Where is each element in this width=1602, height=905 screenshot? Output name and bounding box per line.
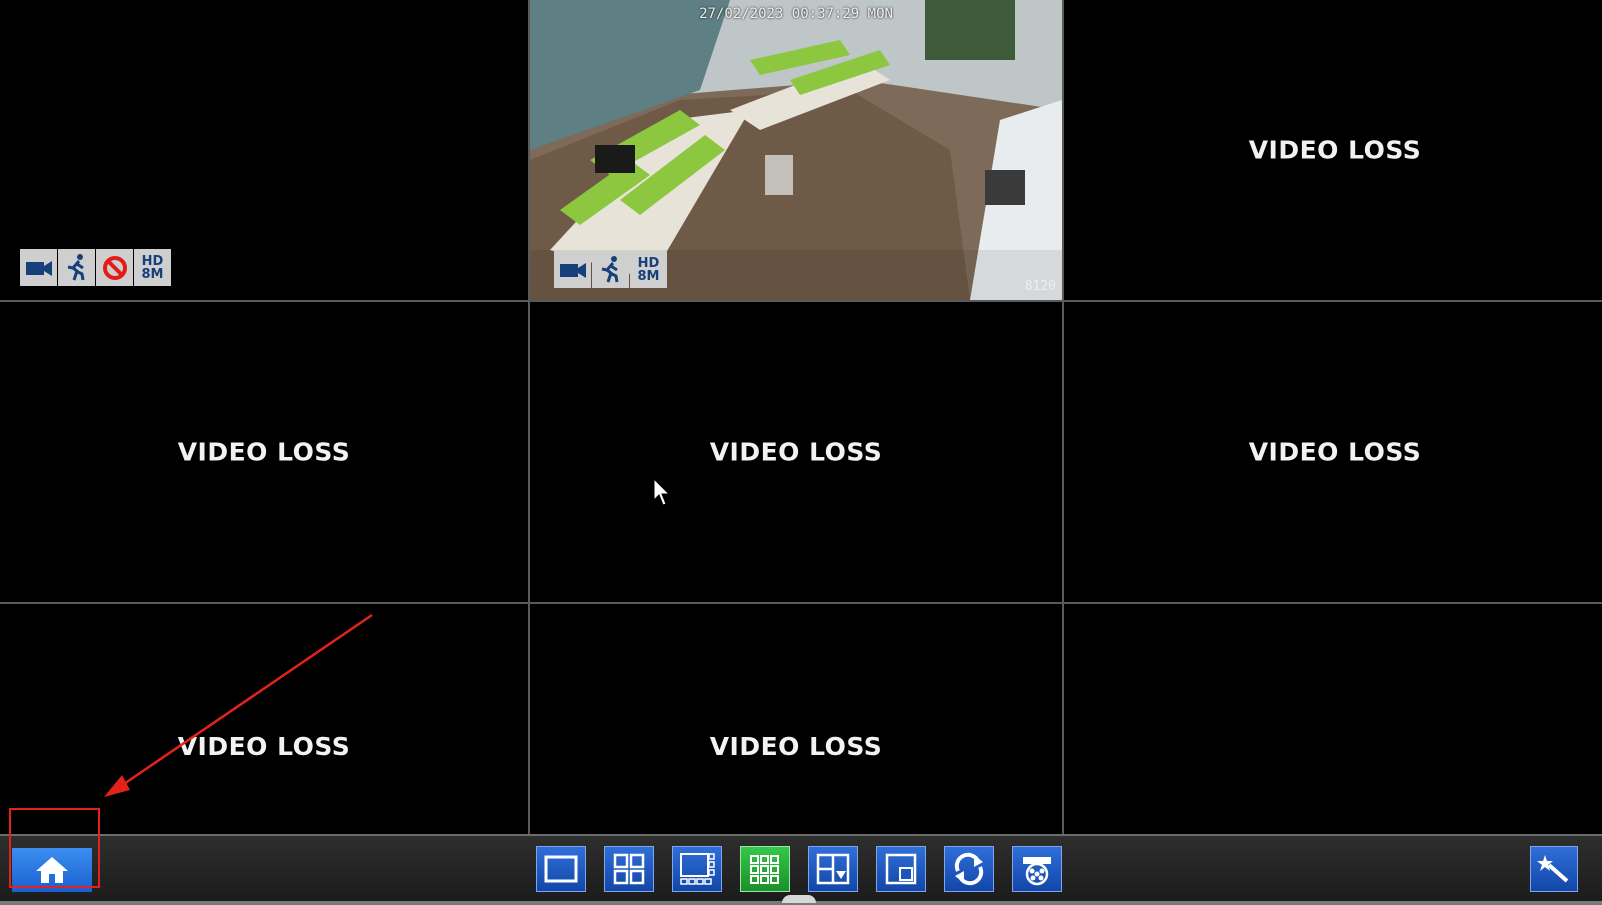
multi-view-button[interactable]: [672, 846, 722, 892]
camera-tile-8[interactable]: VIDEO LOSS: [530, 604, 1062, 838]
camera-tile-5[interactable]: VIDEO LOSS: [530, 302, 1062, 602]
osd-channel-label: 8120: [1024, 279, 1056, 294]
status-icons: HD 8M: [20, 249, 171, 286]
video-loss-label: VIDEO LOSS: [177, 732, 351, 761]
playback-icon: [1023, 857, 1051, 886]
camera-grid: HD 8M 27/02/2023 00:37:29 MON 8120 HD 8M…: [0, 0, 1602, 838]
pip-icon: [885, 853, 917, 885]
video-loss-label: VIDEO LOSS: [1248, 135, 1422, 165]
sequence-button[interactable]: [944, 846, 994, 892]
video-loss-label: VIDEO LOSS: [709, 437, 883, 467]
highlight-box: [9, 808, 100, 888]
no-record-icon: [96, 249, 133, 286]
video-loss-label: VIDEO LOSS: [177, 437, 351, 467]
hd-8m-badge: HD 8M: [134, 249, 171, 286]
wizard-button[interactable]: [1530, 846, 1578, 892]
status-icons: HD 8M: [554, 251, 667, 288]
toolbar-expand-tab[interactable]: [782, 895, 816, 903]
camera-tile-4[interactable]: VIDEO LOSS: [0, 302, 528, 602]
layout-select-icon: [816, 853, 850, 885]
nine-view-button[interactable]: [740, 846, 790, 892]
single-view-icon: [544, 855, 578, 883]
camera-tile-2[interactable]: 27/02/2023 00:37:29 MON 8120 HD 8M: [530, 0, 1062, 300]
multi-view-icon: [680, 853, 715, 885]
motion-icon: [58, 249, 95, 286]
camera-tile-7[interactable]: VIDEO LOSS: [0, 604, 528, 838]
single-view-button[interactable]: [536, 846, 586, 892]
layout-select-button[interactable]: [808, 846, 858, 892]
video-loss-label: VIDEO LOSS: [709, 732, 883, 761]
bottom-toolbar: [0, 834, 1602, 905]
wizard-icon: [1537, 855, 1569, 883]
playback-button[interactable]: [1012, 846, 1062, 892]
motion-icon: [592, 251, 629, 288]
camera-tile-1[interactable]: HD 8M: [0, 0, 528, 300]
camera-tile-9[interactable]: [1064, 604, 1602, 838]
osd-timestamp: 27/02/2023 00:37:29 MON: [699, 6, 893, 22]
pip-button[interactable]: [876, 846, 926, 892]
video-camera-icon: [554, 251, 591, 288]
nine-view-icon: [750, 855, 779, 884]
quad-view-icon: [613, 853, 645, 885]
video-loss-label: VIDEO LOSS: [1248, 437, 1422, 467]
sequence-icon: [954, 852, 984, 886]
camera-tile-3[interactable]: VIDEO LOSS: [1064, 0, 1602, 300]
hd-8m-badge: HD 8M: [630, 251, 667, 288]
quad-view-button[interactable]: [604, 846, 654, 892]
camera-tile-6[interactable]: VIDEO LOSS: [1064, 302, 1602, 602]
video-camera-icon: [20, 249, 57, 286]
mouse-cursor-icon: [653, 478, 671, 506]
